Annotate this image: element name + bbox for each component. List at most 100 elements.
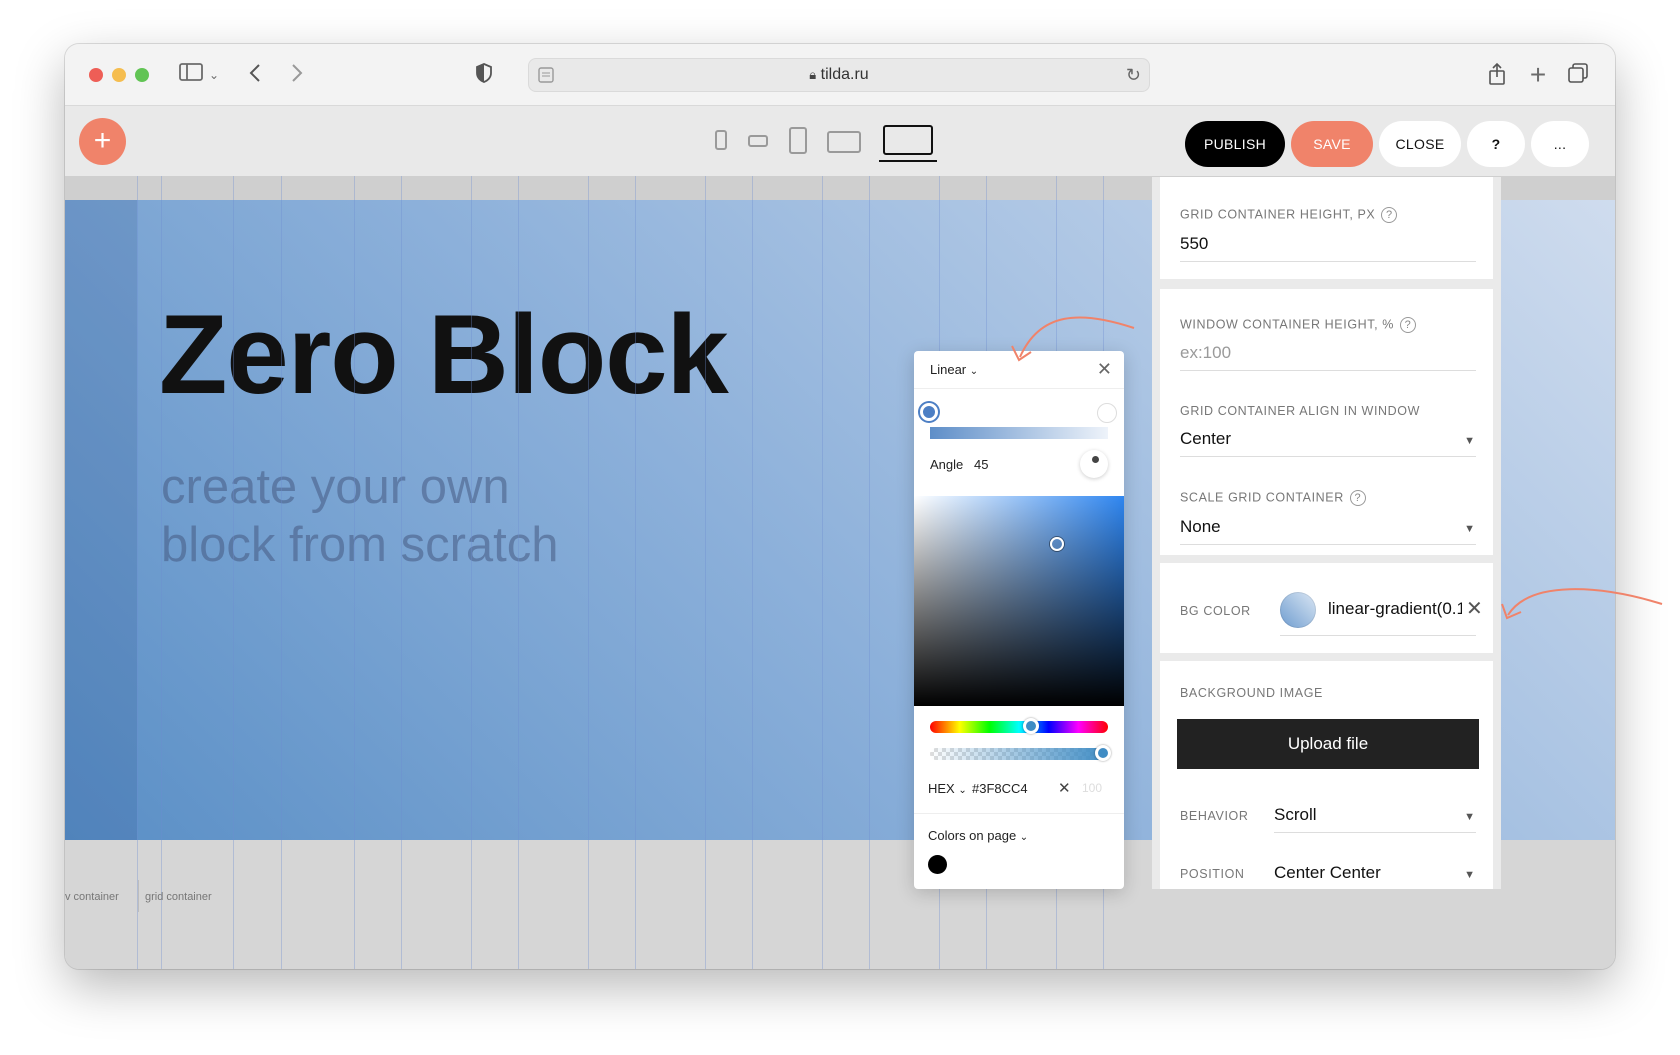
save-button[interactable]: SAVE [1291,121,1373,167]
window-height-label: WINDOW CONTAINER HEIGHT, %? [1180,317,1416,333]
help-icon[interactable]: ? [1349,490,1366,506]
subtitle-line-2: block from scratch [161,518,559,572]
opacity-input[interactable]: 100 [1082,781,1102,795]
align-label: GRID CONTAINER ALIGN IN WINDOW [1180,404,1420,418]
grid-line [705,176,706,969]
label-separator [138,880,139,912]
gradient-type-dropdown[interactable]: Linear ⌄ [930,362,978,377]
hex-input[interactable]: #3F8CC4 [972,781,1028,796]
chevron-down-icon[interactable]: ▼ [1464,811,1475,823]
zero-block-title[interactable]: Zero Block [159,290,729,419]
zoom-window-button[interactable] [135,68,149,82]
help-button[interactable]: ? [1467,121,1525,167]
publish-button[interactable]: PUBLISH [1185,121,1285,167]
scale-label: SCALE GRID CONTAINER? [1180,490,1366,506]
desktop-icon[interactable] [883,125,933,155]
chevron-down-icon[interactable]: ▼ [1464,435,1475,447]
window-container-label: v container [65,891,119,903]
bg-color-label: BG COLOR [1180,604,1251,618]
settings-panel: GRID CONTAINER HEIGHT, PX? 550 WINDOW CO… [1152,177,1501,889]
more-button[interactable]: ... [1531,121,1589,167]
chevron-down-icon: ⌄ [1019,832,1029,843]
mobile-portrait-icon[interactable] [715,130,727,150]
clear-bg-color-icon[interactable]: ✕ [1466,596,1483,621]
color-picker-popup: Linear ⌄ ✕ Angle 45 HEX ⌄ #3F8CC4 ✕ 100 … [914,351,1124,889]
grid-line [518,176,519,969]
grid-line [281,176,282,969]
mobile-landscape-icon[interactable] [748,135,768,147]
tablet-portrait-icon[interactable] [789,127,807,154]
url-text: 🔒︎ tilda.ru [809,66,869,83]
lock-icon: 🔒︎ [809,67,817,82]
hue-slider[interactable] [930,718,1108,734]
help-icon[interactable]: ? [1381,207,1398,223]
address-bar[interactable]: 🔒︎ tilda.ru ↻ [528,58,1150,92]
reload-icon[interactable]: ↻ [1126,65,1141,86]
grid-line [401,176,402,969]
grid-height-card: GRID CONTAINER HEIGHT, PX? 550 [1160,177,1493,279]
share-icon[interactable] [1485,62,1509,88]
alpha-slider[interactable] [930,745,1111,761]
bg-color-swatch[interactable] [1280,592,1316,628]
page-color-swatch[interactable] [928,855,947,874]
angle-knob[interactable] [1080,450,1108,478]
grid-height-input[interactable]: 550 [1180,234,1208,254]
scale-select[interactable]: None [1180,517,1221,537]
position-select[interactable]: Center Center [1274,863,1381,883]
tabs-overview-icon[interactable] [1565,62,1591,88]
bg-color-card: BG COLOR linear-gradient(0.12 ✕ [1160,563,1493,653]
gradient-stop-end[interactable] [1097,403,1117,423]
grid-line [869,176,870,969]
window-height-input[interactable]: ex:100 [1180,343,1231,363]
format-dropdown[interactable]: HEX ⌄ [928,781,967,796]
clear-color-icon[interactable]: ✕ [1058,779,1071,797]
saturation-value-area[interactable] [914,496,1124,706]
behavior-label: BEHAVIOR [1180,809,1249,823]
grid-line [471,176,472,969]
sidebar-icon[interactable] [178,62,204,88]
back-icon[interactable] [245,62,265,88]
picker-divider [914,813,1124,814]
field-underline [1180,261,1476,262]
angle-input[interactable]: 45 [974,457,988,472]
zero-block-subtitle[interactable]: create your own block from scratch [161,458,761,574]
alpha-handle[interactable] [1095,745,1111,761]
upload-file-button[interactable]: Upload file [1177,719,1479,769]
forward-icon[interactable] [287,62,307,88]
chevron-down-icon[interactable]: ▼ [1464,869,1475,881]
shield-icon[interactable] [473,62,495,88]
colors-on-page-dropdown[interactable]: Colors on page ⌄ [928,828,1028,843]
bg-image-label: BACKGROUND IMAGE [1180,686,1323,700]
grid-line [588,176,589,969]
picker-header: Linear ⌄ ✕ [914,351,1124,389]
new-tab-icon[interactable]: + [1526,61,1550,89]
close-icon[interactable]: ✕ [1097,359,1112,380]
field-underline [1180,370,1476,371]
chevron-down-icon[interactable]: ▼ [1464,523,1475,535]
gradient-preview-bar[interactable] [930,427,1108,439]
grid-line [822,176,823,969]
chevron-down-icon[interactable]: ⌄ [207,62,221,88]
field-underline [1180,456,1476,457]
hue-handle[interactable] [1023,718,1039,734]
grid-line [635,176,636,969]
grid-line [161,176,162,969]
minimize-window-button[interactable] [112,68,126,82]
help-icon[interactable]: ? [1399,317,1416,333]
field-underline [1274,832,1476,833]
gradient-stop-start[interactable] [920,403,938,421]
window-settings-card: WINDOW CONTAINER HEIGHT, %? ex:100 GRID … [1160,289,1493,555]
bg-color-input[interactable]: linear-gradient(0.12 [1328,599,1462,619]
saturation-handle[interactable] [1050,537,1064,551]
align-select[interactable]: Center [1180,429,1231,449]
bg-image-card: BACKGROUND IMAGE Upload file BEHAVIOR Sc… [1160,661,1493,889]
angle-knob-dot [1092,456,1099,463]
chevron-down-icon: ⌄ [969,366,979,377]
tablet-landscape-icon[interactable] [827,131,861,153]
close-button[interactable]: CLOSE [1379,121,1461,167]
add-element-button[interactable]: + [79,118,126,165]
grid-line [137,176,138,969]
close-window-button[interactable] [89,68,103,82]
artboard-shade [65,200,137,840]
behavior-select[interactable]: Scroll [1274,805,1317,825]
